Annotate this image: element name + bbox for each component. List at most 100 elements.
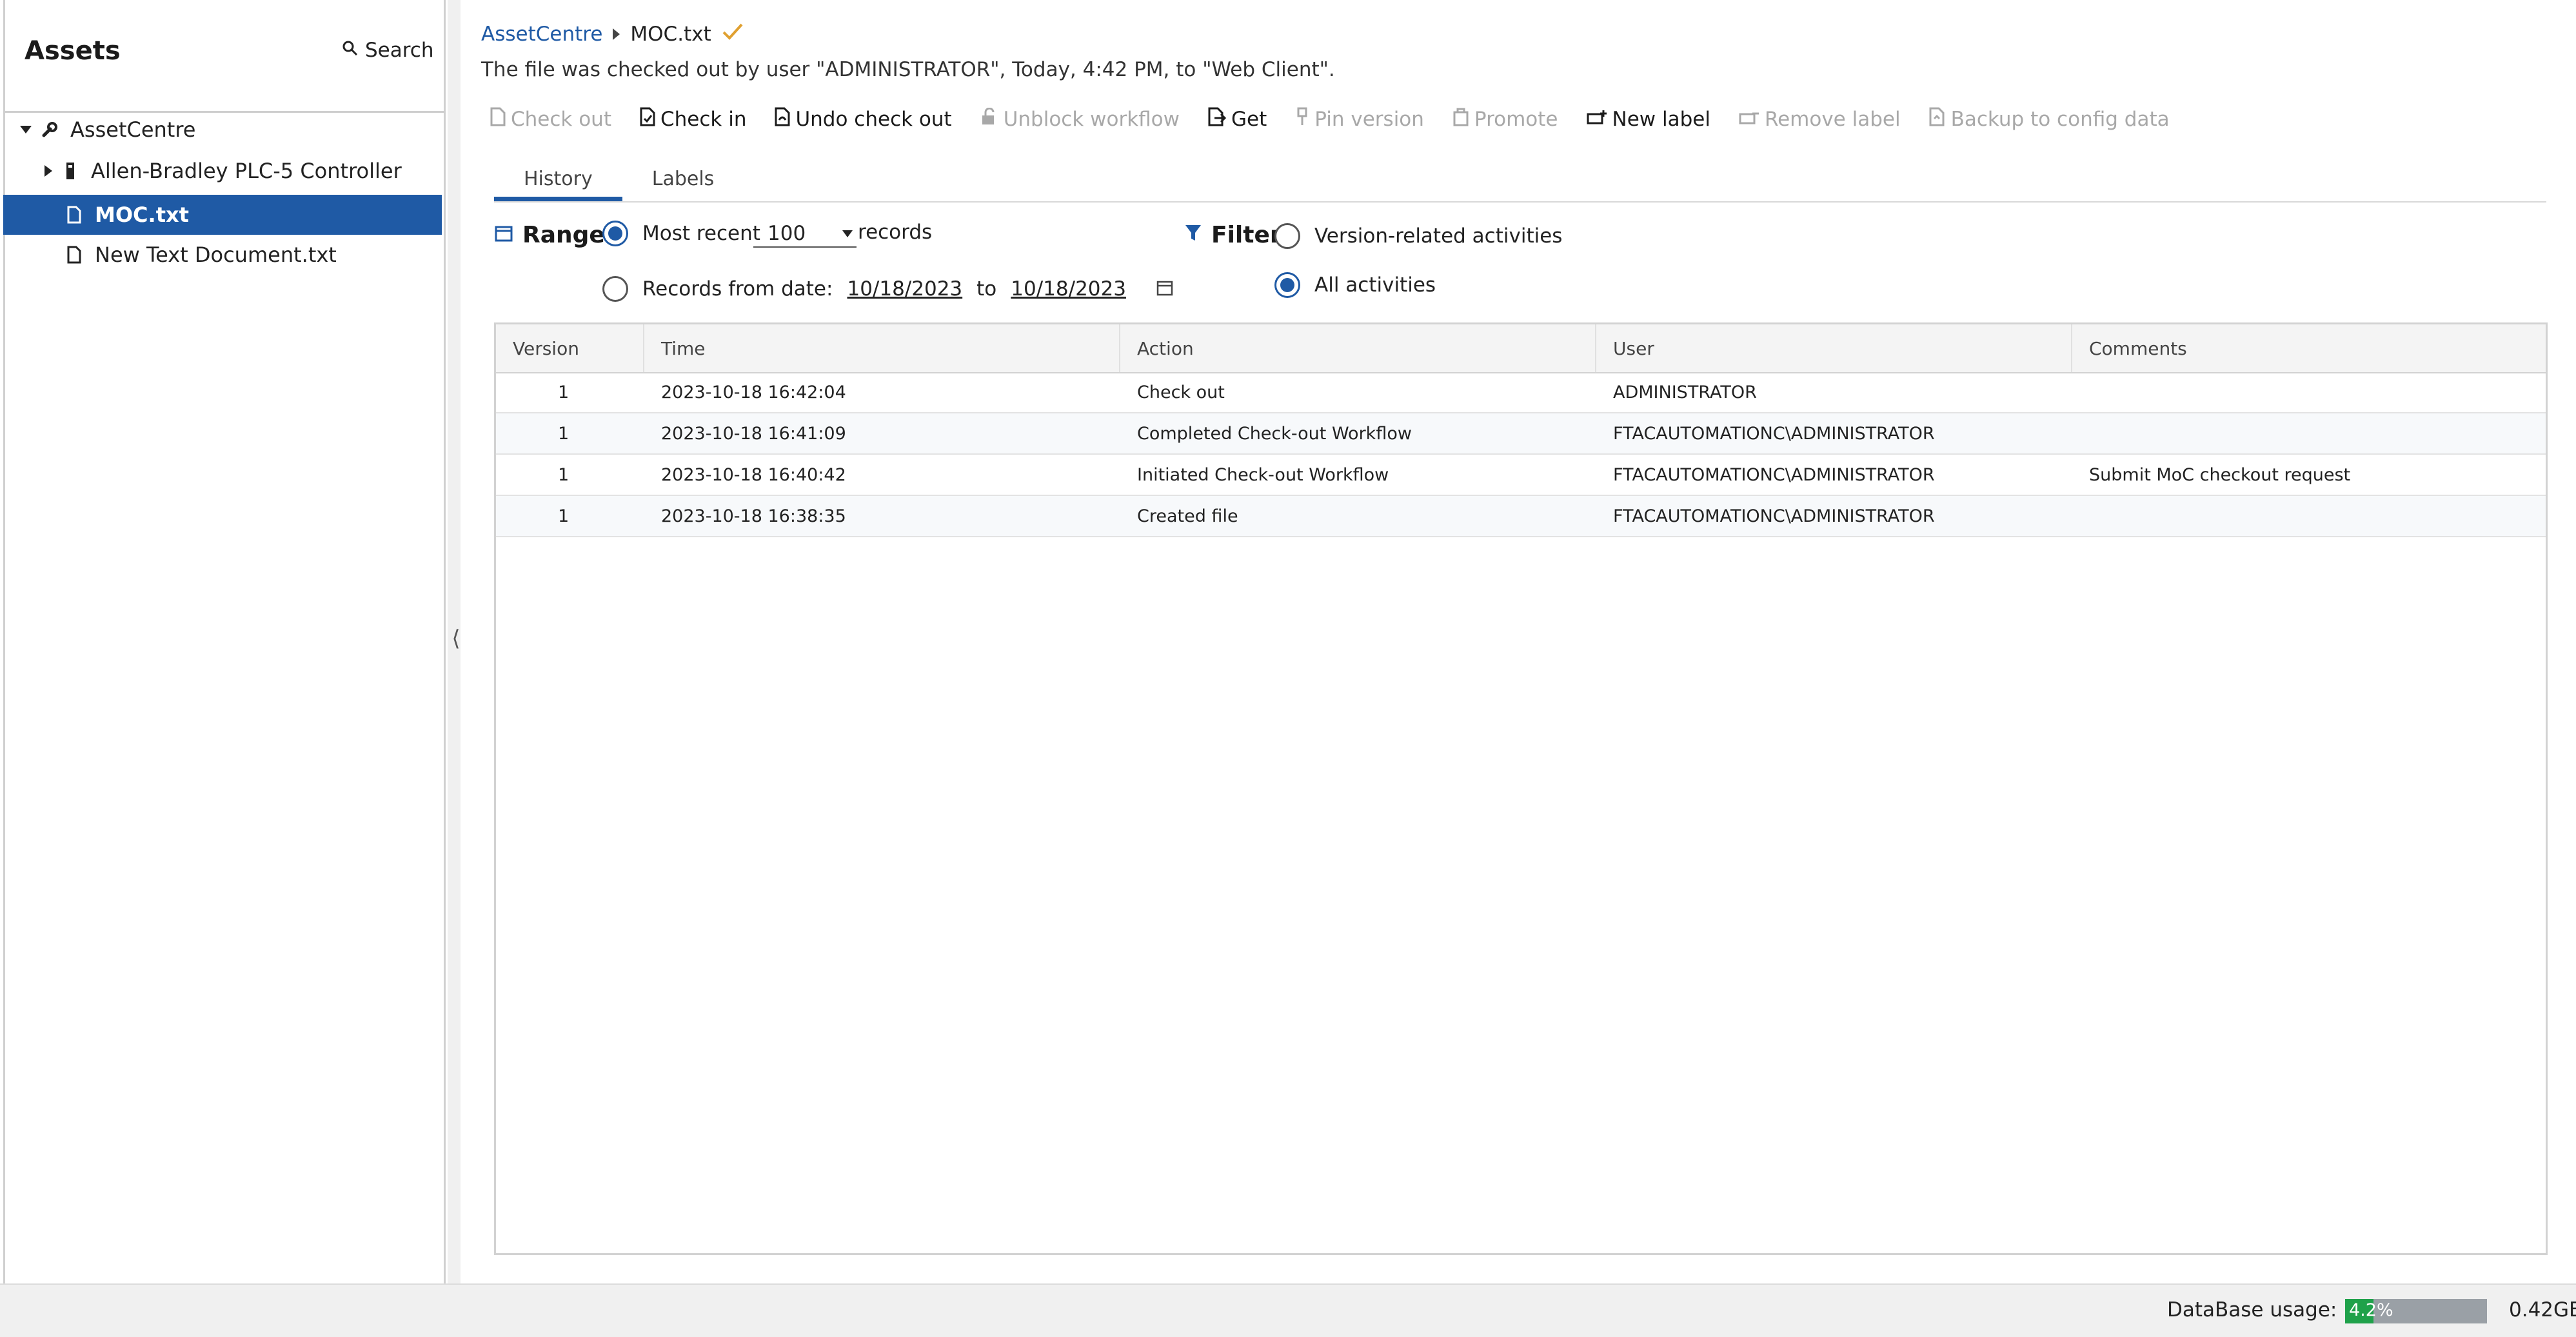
cell-time: 2023-10-18 16:42:04: [661, 382, 846, 402]
database-usage-label: DataBase usage:: [2167, 1298, 2337, 1322]
check-in-label: Check in: [660, 108, 747, 131]
undo-check-out-label: Undo check out: [795, 108, 952, 131]
sidebar-title: Assets: [25, 36, 121, 66]
breadcrumb-separator-icon: [613, 28, 620, 40]
new-label-label: New label: [1612, 108, 1710, 131]
pin-version-button[interactable]: Pin version: [1295, 107, 1424, 132]
filter-icon: [1184, 222, 1202, 248]
collapse-sidebar-icon[interactable]: ⟨: [448, 619, 464, 658]
tab-labels[interactable]: Labels: [622, 159, 744, 199]
cell-user: FTACAUTOMATIONC\ADMINISTRATOR: [1613, 423, 1935, 444]
cell-version: 1: [558, 423, 570, 444]
to-label: to: [976, 277, 997, 301]
records-from-date-label: Records from date:: [642, 277, 833, 301]
unlock-icon: [980, 107, 998, 131]
version-related-label: Version-related activities: [1314, 224, 1563, 248]
range-section: Range: [494, 222, 605, 248]
breadcrumb-current: MOC.txt: [630, 23, 711, 46]
chevron-right-icon[interactable]: [45, 165, 52, 177]
tab-history[interactable]: History: [494, 159, 622, 201]
version-related-radio[interactable]: [1274, 223, 1300, 249]
all-activities-label: All activities: [1314, 273, 1436, 297]
range-label: Range: [522, 222, 605, 248]
undo-check-out-icon: [775, 107, 790, 132]
file-icon: [65, 244, 83, 266]
get-button[interactable]: Get: [1208, 107, 1267, 132]
cell-comments: [2072, 372, 2089, 412]
pin-version-label: Pin version: [1314, 108, 1424, 131]
column-header-version[interactable]: Version: [496, 324, 644, 372]
breadcrumb-root-link[interactable]: AssetCentre: [481, 23, 602, 46]
backup-to-config-button[interactable]: Backup to config data: [1929, 107, 2170, 132]
assets-sidebar: [3, 0, 446, 1283]
all-activities-radio[interactable]: [1274, 272, 1300, 298]
end-date-field[interactable]: 10/18/2023: [1011, 277, 1126, 301]
promote-label: Promote: [1474, 108, 1558, 131]
filter-all-row: All activities: [1274, 272, 1436, 298]
tree-item-label: New Text Document.txt: [95, 243, 337, 267]
tree-item-label: Allen-Bradley PLC-5 Controller: [91, 159, 402, 183]
wrench-icon: [41, 119, 59, 141]
remove-label-icon: [1739, 108, 1759, 131]
backup-label: Backup to config data: [1950, 108, 2170, 131]
most-recent-radio[interactable]: [602, 221, 628, 246]
promote-icon: [1452, 107, 1469, 132]
cell-user: FTACAUTOMATIONC\ADMINISTRATOR: [1613, 464, 1935, 485]
start-date-field[interactable]: 10/18/2023: [847, 277, 962, 301]
cell-action: Completed Check-out Workflow: [1137, 423, 1412, 444]
records-label: records: [858, 221, 933, 244]
table-row[interactable]: 1 2023-10-18 16:41:09 Completed Check-ou…: [496, 413, 2546, 455]
tree-item-moc-txt[interactable]: MOC.txt: [3, 195, 442, 235]
check-out-button[interactable]: Check out: [490, 107, 611, 132]
table-row[interactable]: 1 2023-10-18 16:42:04 Check out ADMINIST…: [496, 372, 2546, 413]
check-in-icon: [640, 107, 655, 132]
records-count-select[interactable]: 100: [753, 221, 857, 248]
new-label-button[interactable]: New label: [1587, 108, 1710, 131]
tree-item-label: AssetCentre: [70, 117, 196, 142]
search-button[interactable]: Search: [342, 39, 434, 62]
tree-item-new-text-document[interactable]: New Text Document.txt: [3, 235, 442, 275]
tree-item-assetcentre[interactable]: AssetCentre: [3, 110, 442, 150]
cell-comments: [2072, 496, 2089, 536]
cell-version: 1: [558, 464, 570, 485]
chevron-down-icon[interactable]: [20, 126, 32, 134]
unblock-workflow-label: Unblock workflow: [1003, 108, 1180, 131]
cell-time: 2023-10-18 16:41:09: [661, 423, 846, 444]
table-header: Version Time Action User Comments: [496, 324, 2546, 373]
tree-item-label: MOC.txt: [95, 203, 189, 227]
column-header-user[interactable]: User: [1596, 324, 2072, 372]
cell-comments: Submit MoC checkout request: [2089, 464, 2351, 485]
filter-section: Filter: [1184, 222, 1282, 248]
range-from-date-row: Records from date: 10/18/2023 to 10/18/2…: [602, 276, 1174, 302]
check-out-label: Check out: [511, 108, 611, 131]
tree-item-controller[interactable]: Allen-Bradley PLC-5 Controller: [3, 151, 442, 191]
search-label: Search: [365, 39, 434, 62]
column-header-comments[interactable]: Comments: [2072, 324, 2546, 372]
cell-time: 2023-10-18 16:38:35: [661, 506, 846, 526]
calendar-icon: [494, 222, 513, 248]
check-in-button[interactable]: Check in: [640, 107, 746, 132]
column-header-time[interactable]: Time: [644, 324, 1120, 372]
promote-button[interactable]: Promote: [1452, 107, 1558, 132]
unblock-workflow-button[interactable]: Unblock workflow: [980, 107, 1180, 131]
check-out-icon: [490, 107, 506, 132]
cell-user: ADMINISTRATOR: [1613, 382, 1757, 402]
tab-bar: History Labels: [494, 159, 744, 201]
table-row[interactable]: 1 2023-10-18 16:40:42 Initiated Check-ou…: [496, 455, 2546, 496]
undo-check-out-button[interactable]: Undo check out: [775, 107, 952, 132]
database-usage-percent: 4.2%: [2349, 1300, 2393, 1320]
pin-icon: [1295, 107, 1309, 132]
cell-comments: [2072, 413, 2089, 453]
cell-version: 1: [558, 382, 570, 402]
date-picker-icon[interactable]: [1156, 279, 1174, 299]
remove-label-button[interactable]: Remove label: [1739, 108, 1901, 131]
backup-icon: [1929, 107, 1946, 132]
cell-version: 1: [558, 506, 570, 526]
checkout-status-message: The file was checked out by user "ADMINI…: [481, 58, 1335, 81]
table-row[interactable]: 1 2023-10-18 16:38:35 Created file FTACA…: [496, 496, 2546, 537]
search-icon: [342, 39, 359, 62]
records-count-value: 100: [768, 222, 806, 245]
history-table: Version Time Action User Comments 1 2023…: [494, 322, 2548, 1255]
column-header-action[interactable]: Action: [1120, 324, 1596, 372]
records-from-date-radio[interactable]: [602, 276, 628, 302]
